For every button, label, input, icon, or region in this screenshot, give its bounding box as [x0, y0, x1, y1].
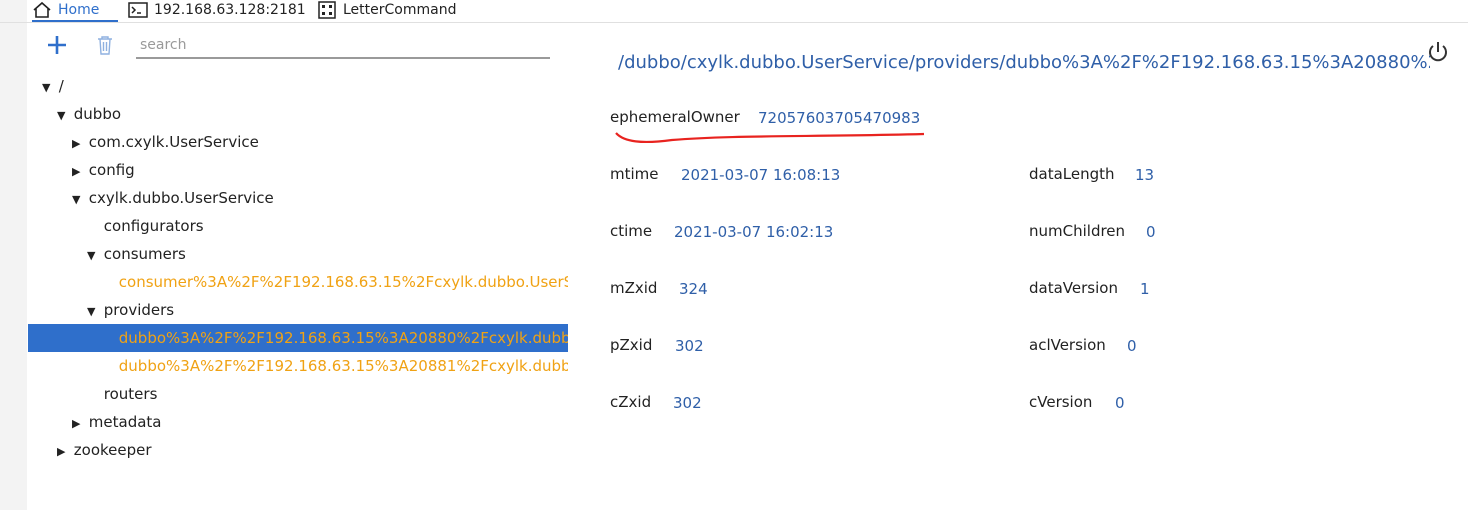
tree-node-configurators[interactable]: configurators	[28, 212, 568, 240]
stat-label-mtime: mtime	[610, 165, 659, 183]
tree-node-label: zookeeper	[73, 441, 152, 459]
stat-value-mzxid: 324	[679, 280, 708, 298]
tree-toggle[interactable]: ▼	[72, 186, 84, 212]
stat-label-mzxid: mZxid	[610, 279, 658, 297]
add-node-button[interactable]	[44, 32, 70, 58]
trash-icon	[98, 36, 112, 55]
tree-toggle[interactable]: ▼	[57, 102, 69, 128]
stat-label-pzxid: pZxid	[610, 336, 653, 354]
stat-value-datalength: 13	[1135, 166, 1155, 184]
tree-toggle[interactable]: ▶	[72, 130, 84, 156]
stat-label-czxid: cZxid	[610, 393, 652, 411]
tree-node-zookeeper[interactable]: ▶ zookeeper	[28, 436, 568, 464]
tree-node-label: routers	[103, 385, 158, 403]
stat-label-ctime: ctime	[610, 222, 653, 240]
stat-label-numchildren: numChildren	[1029, 222, 1126, 240]
stat-value-numchildren: 0	[1146, 223, 1156, 241]
stat-label-dataversion: dataVersion	[1029, 279, 1118, 297]
tree-node-label: configurators	[103, 217, 204, 235]
tree-node-label: cxylk.dubbo.UserService	[88, 189, 274, 207]
tree-node-label: providers	[103, 301, 175, 319]
tree-toggle[interactable]: ▼	[42, 74, 54, 100]
tab-home-label: Home	[58, 2, 100, 18]
tree-toggle[interactable]: ▼	[87, 298, 99, 324]
tab-command[interactable]: LetterCommand	[317, 0, 456, 20]
tree-node-label: consumer%3A%2F%2F192.168.63.15%2Fcxylk.d…	[118, 273, 568, 291]
tree-node-consumers[interactable]: ▼ consumers	[28, 240, 568, 268]
stat-label-aclversion: aclVersion	[1029, 336, 1106, 354]
tree-toggle[interactable]: ▶	[57, 438, 69, 464]
stat-value-aclversion: 0	[1127, 337, 1137, 355]
stat-value-dataversion: 1	[1140, 280, 1150, 298]
tree-node-provider-20880-selected[interactable]: dubbo%3A%2F%2F192.168.63.15%3A20880%2Fcx…	[28, 324, 568, 352]
power-icon	[1429, 42, 1447, 62]
stat-label-cversion: cVersion	[1029, 393, 1093, 411]
tree-node-dubbo[interactable]: ▼ dubbo	[28, 100, 568, 128]
tree-node-label: config	[88, 161, 135, 179]
stat-value-cversion: 0	[1115, 394, 1125, 412]
tree-toggle[interactable]: ▶	[72, 158, 84, 184]
tab-bar: Home 192.168.63.128:2181 LetterCommand	[0, 0, 1468, 23]
tree-node-consumer-leaf[interactable]: consumer%3A%2F%2F192.168.63.15%2Fcxylk.d…	[28, 268, 568, 296]
tree-toggle[interactable]: ▶	[72, 410, 84, 436]
tab-connection[interactable]: 192.168.63.128:2181	[128, 0, 306, 20]
tree-node-com-cxylk-userservice[interactable]: ▶ com.cxylk.UserService	[28, 128, 568, 156]
tab-command-label: LetterCommand	[343, 2, 457, 18]
tree-node-root[interactable]: ▼ /	[28, 72, 568, 100]
tab-home[interactable]: Home	[32, 0, 118, 22]
terminal-icon	[128, 2, 148, 18]
ephemeral-owner-label: ephemeralOwner	[610, 108, 740, 126]
tree-node-routers[interactable]: routers	[28, 380, 568, 408]
tree-node-label: dubbo	[73, 105, 122, 123]
red-annotation-underline	[615, 132, 925, 144]
tree-node-label: /	[58, 77, 64, 95]
ephemeral-owner-value: 72057603705470983	[758, 109, 921, 127]
delete-node-button[interactable]	[94, 34, 116, 56]
tree-toggle[interactable]: ▼	[87, 242, 99, 268]
search-input[interactable]	[136, 33, 550, 59]
node-tree: ▼ / ▼ dubbo ▶ com.cxylk.UserService ▶ co…	[28, 72, 568, 464]
disconnect-button[interactable]	[1426, 40, 1450, 64]
tree-node-label: dubbo%3A%2F%2F192.168.63.15%3A20880%2Fcx…	[118, 329, 568, 347]
left-gutter	[0, 0, 27, 510]
tree-node-providers[interactable]: ▼ providers	[28, 296, 568, 324]
tree-node-label: consumers	[103, 245, 186, 263]
tab-connection-label: 192.168.63.128:2181	[154, 2, 306, 18]
stat-value-mtime: 2021-03-07 16:08:13	[681, 166, 841, 184]
tree-node-label: metadata	[88, 413, 162, 431]
tree-node-cxylk-dubbo-userservice[interactable]: ▼ cxylk.dubbo.UserService	[28, 184, 568, 212]
tree-node-provider-20881[interactable]: dubbo%3A%2F%2F192.168.63.15%3A20881%2Fcx…	[28, 352, 568, 380]
tree-node-label: dubbo%3A%2F%2F192.168.63.15%3A20881%2Fcx…	[118, 357, 568, 375]
plus-icon	[48, 36, 66, 54]
tree-node-config[interactable]: ▶ config	[28, 156, 568, 184]
home-icon	[32, 1, 52, 19]
command-icon	[317, 1, 337, 19]
stat-value-czxid: 302	[673, 394, 702, 412]
stat-value-ctime: 2021-03-07 16:02:13	[674, 223, 834, 241]
node-path: /dubbo/cxylk.dubbo.UserService/providers…	[618, 52, 1430, 73]
tree-node-metadata[interactable]: ▶ metadata	[28, 408, 568, 436]
tree-node-label: com.cxylk.UserService	[88, 133, 259, 151]
stat-label-datalength: dataLength	[1029, 165, 1115, 183]
stat-value-pzxid: 302	[675, 337, 704, 355]
